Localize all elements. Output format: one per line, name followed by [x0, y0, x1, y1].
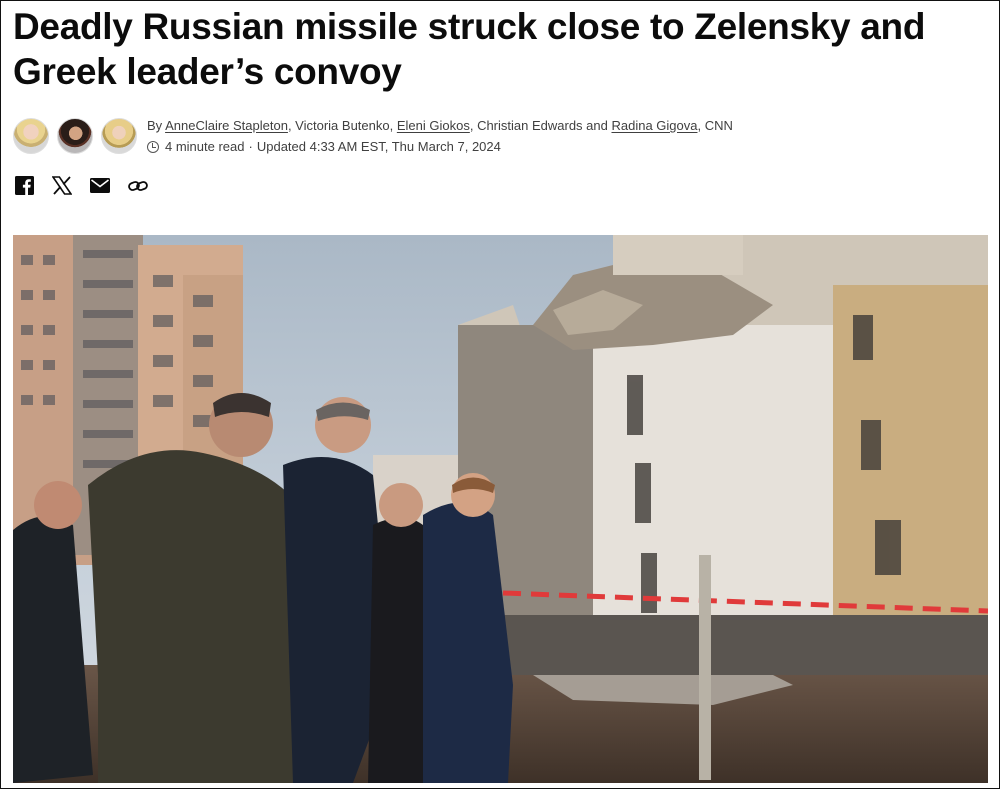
author-link[interactable]: AnneClaire Stapleton — [165, 118, 288, 133]
link-icon[interactable] — [128, 179, 148, 193]
byline-separator: , — [389, 118, 397, 133]
hero-image[interactable] — [13, 235, 988, 783]
byline-prefix: By — [147, 118, 163, 133]
clock-icon — [147, 140, 159, 153]
author-link[interactable]: Eleni Giokos — [397, 118, 470, 133]
email-icon[interactable] — [90, 178, 110, 193]
updated-timestamp: Updated 4:33 AM EST, Thu March 7, 2024 — [256, 139, 501, 154]
timestamp-row: 4 minute read · Updated 4:33 AM EST, Thu… — [147, 136, 733, 157]
facebook-icon[interactable] — [15, 176, 34, 195]
x-icon[interactable] — [52, 176, 72, 195]
avatar[interactable] — [57, 118, 93, 154]
meta-separator: · — [248, 139, 253, 154]
hero-photo-illustration — [13, 235, 988, 783]
avatar[interactable] — [101, 118, 137, 154]
author-name: Christian Edwards — [477, 118, 583, 133]
author-name: Victoria Butenko — [295, 118, 390, 133]
byline-and: and — [582, 118, 612, 133]
byline-meta: By AnneClaire Stapleton, Victoria Butenk… — [147, 115, 733, 157]
avatar[interactable] — [13, 118, 49, 154]
article-headline: Deadly Russian missile struck close to Z… — [13, 6, 926, 92]
author-link[interactable]: Radina Gigova — [611, 118, 697, 133]
byline-authors: By AnneClaire Stapleton, Victoria Butenk… — [147, 115, 733, 136]
read-time: 4 minute read — [165, 139, 245, 154]
byline-separator: , — [469, 118, 478, 133]
byline-suffix: , CNN — [697, 118, 733, 133]
byline: By AnneClaire Stapleton, Victoria Butenk… — [13, 115, 733, 157]
share-bar — [15, 176, 148, 195]
author-avatars — [13, 118, 137, 154]
